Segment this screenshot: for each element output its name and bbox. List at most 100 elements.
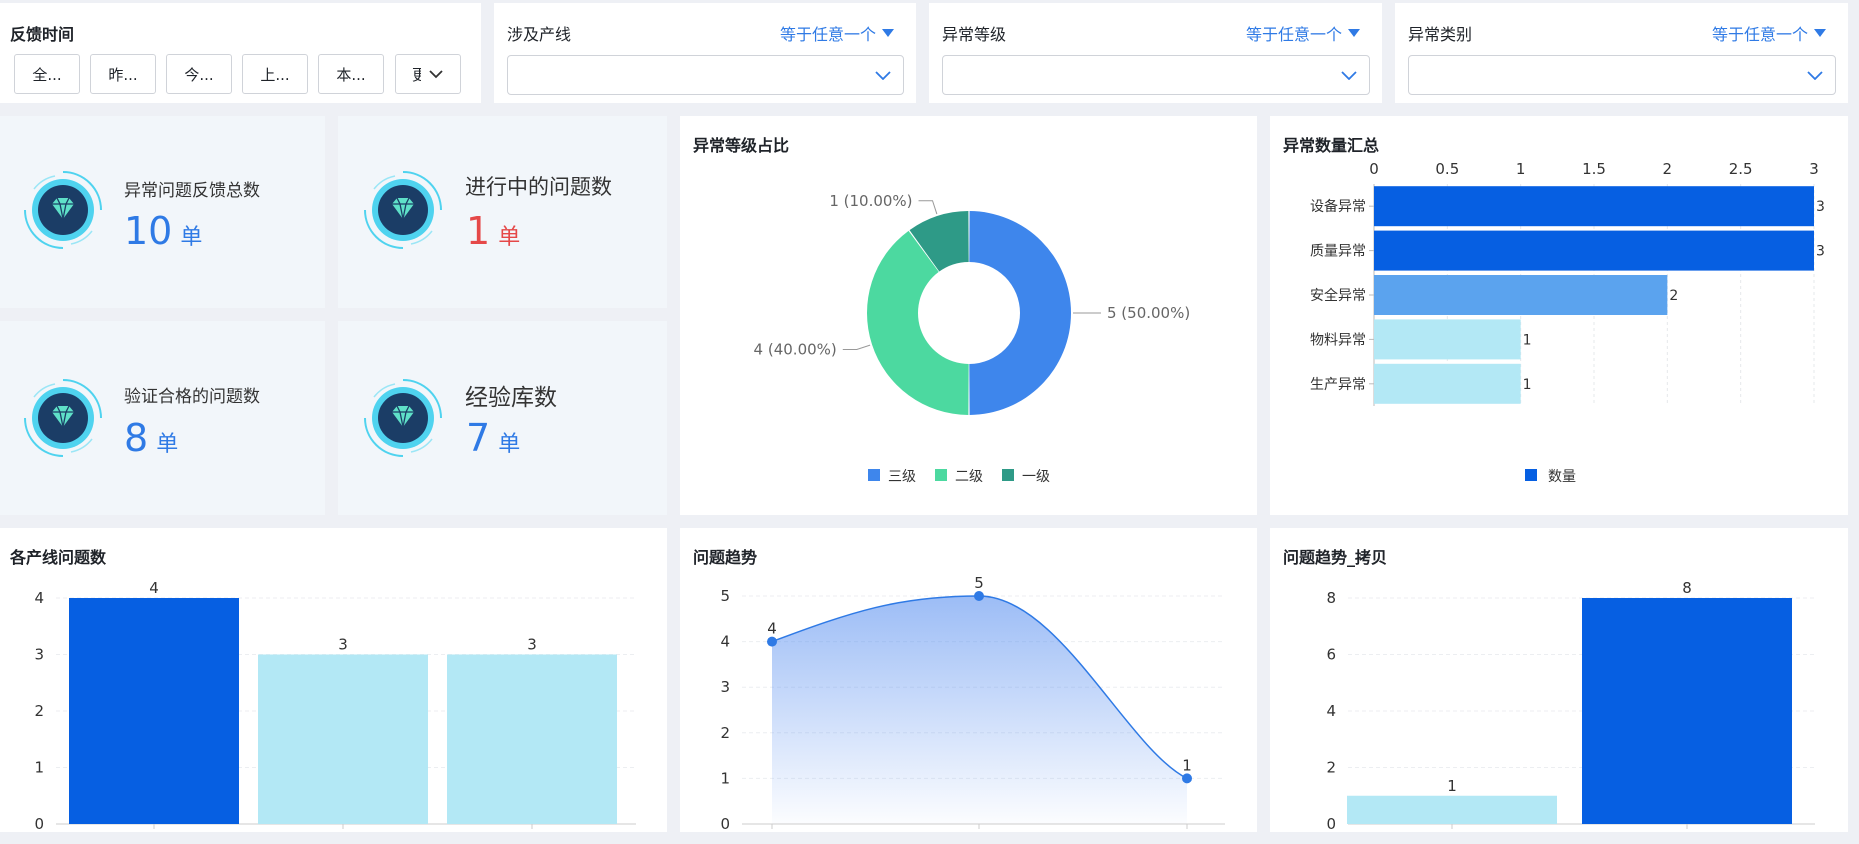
stat-card-in-progress: 进行中的问题数 1单 [338, 116, 667, 308]
quick-btn-last[interactable]: 上... [242, 54, 308, 94]
tick-label: 1.5 [1582, 160, 1606, 178]
tick-label: 6 [1326, 646, 1336, 664]
stat-unit: 单 [180, 225, 203, 250]
legend-label: 数量 [1548, 469, 1576, 485]
bar [1374, 275, 1668, 315]
slice-data-label: 1 (10.00%) [829, 192, 912, 210]
quick-btn-today[interactable]: 今... [166, 54, 232, 94]
stat-value: 10 单 [124, 212, 202, 251]
tick-label: 1 [1516, 160, 1526, 178]
line-bar-chart-panel: 各产线问题数 01234433 [0, 528, 667, 832]
bar-data-label: 3 [338, 636, 348, 654]
tick-label: 5 [720, 587, 730, 605]
bar [1374, 363, 1521, 404]
tick-label: 8 [1326, 589, 1336, 607]
stat-value: 8单 [124, 419, 178, 458]
bar-data-label: 1 [1523, 332, 1532, 348]
stat-value: 7单 [466, 419, 520, 458]
bar [1374, 186, 1814, 227]
tick-label: 4 [1326, 702, 1336, 720]
caret-down-icon [1814, 29, 1826, 37]
filter-level-panel: 异常等级 等于任意一个 [929, 3, 1382, 103]
point-data-label: 1 [1182, 756, 1192, 774]
tick-label: 3 [34, 646, 44, 664]
filter-category-select[interactable] [1408, 55, 1836, 95]
data-point [767, 636, 777, 647]
category-label: 生产异常 [1310, 377, 1366, 393]
tick-label: 3 [720, 678, 730, 696]
chevron-down-icon [1807, 71, 1823, 80]
bar [1582, 598, 1792, 824]
diamond-icon [22, 377, 104, 459]
more-dropdown-button[interactable]: 更 [395, 54, 461, 94]
quick-btn-yesterday[interactable]: 昨... [90, 54, 156, 94]
bar [69, 598, 239, 824]
operator-label: 等于任意一个 [779, 25, 876, 44]
chevron-down-icon [429, 70, 443, 79]
tick-label: 0.5 [1435, 160, 1459, 178]
point-data-label: 4 [767, 620, 777, 638]
chevron-down-icon [1341, 71, 1357, 80]
legend-label: 一级 [1022, 469, 1050, 485]
filter-line-panel: 涉及产线 等于任意一个 [494, 3, 916, 103]
point-data-label: 5 [974, 574, 984, 592]
bar [1347, 795, 1557, 824]
stat-label: 验证合格的问题数 [124, 387, 260, 407]
slice-label-line [842, 344, 871, 350]
area-fill [772, 596, 1187, 824]
diamond-icon [362, 169, 444, 251]
bar-data-label: 1 [1523, 377, 1532, 393]
filter-line-select[interactable] [507, 55, 904, 95]
stat-number: 1 [466, 209, 491, 253]
filter-category-operator[interactable]: 等于任意一个 [1712, 21, 1826, 45]
trend-chart-panel: 问题趋势 012345451 [680, 528, 1257, 832]
bar [1374, 230, 1814, 271]
horizontal-bar-chart: 0 0.5 1 1.5 2 2.5 3 设备异常 3 质量异常 3 安全异常 2 物料异常 1 生产异常 1 数量 [1310, 160, 1825, 485]
trend-copy-chart-panel: 问题趋势_拷贝 0246818 [1270, 528, 1848, 832]
donut-chart-panel: 异常等级占比 5 (50.00%) 4 (40.00%) 1 (10.00%) 三级二… [680, 116, 1257, 515]
bar-chart: 0 2 4 6 8 1 8 [1326, 579, 1815, 832]
hbar-chart-panel: 异常数量汇总 0 0.5 1 1.5 2 2.5 3 设备异常 3 质量异常 3 安全异常 2 物料异常 1… [1270, 116, 1848, 515]
bar-data-label: 3 [527, 636, 537, 654]
stat-value: 1单 [466, 212, 520, 251]
quick-btn-this[interactable]: 本... [318, 54, 384, 94]
bar-chart: 0 1 2 3 4 4 3 3 [34, 579, 636, 832]
legend-swatch [1525, 469, 1537, 481]
tick-label: 4 [720, 633, 730, 651]
bar [447, 654, 617, 824]
bar [258, 654, 428, 824]
tick-label: 0 [720, 815, 730, 832]
stat-label: 进行中的问题数 [465, 175, 612, 199]
diamond-icon [362, 377, 444, 459]
more-label: 更 [412, 64, 421, 85]
tick-label: 0 [1369, 160, 1379, 178]
tick-label: 2 [34, 702, 44, 720]
legend-swatch [1002, 469, 1014, 481]
slice-data-label: 4 (40.00%) [754, 340, 837, 358]
stat-card-total: 异常问题反馈总数 10 单 [0, 116, 325, 308]
caret-down-icon [882, 29, 894, 37]
stat-card-verified: 验证合格的问题数 8单 [0, 321, 325, 515]
stat-unit: 单 [498, 432, 521, 457]
stat-number: 8 [124, 416, 149, 460]
stat-card-experience: 经验库数 7单 [338, 321, 667, 515]
filter-level-operator[interactable]: 等于任意一个 [1246, 21, 1360, 45]
tick-label: 1 [720, 769, 730, 787]
filter-line-operator[interactable]: 等于任意一个 [780, 21, 894, 45]
diamond-icon [22, 169, 104, 251]
legend-swatch [868, 469, 880, 481]
bar [1374, 319, 1521, 360]
area-chart: 0 1 2 3 4 5 4 5 1 [720, 574, 1225, 832]
tick-label: 0 [1326, 815, 1336, 832]
category-label: 质量异常 [1310, 244, 1366, 260]
category-label: 安全异常 [1310, 287, 1366, 304]
bar-data-label: 8 [1682, 579, 1692, 597]
bar-data-label: 4 [149, 579, 159, 597]
legend-swatch [935, 469, 947, 481]
filter-category-panel: 异常类别 等于任意一个 [1395, 3, 1848, 103]
slice-label-line [918, 200, 938, 215]
bar-data-label: 2 [1669, 288, 1678, 304]
quick-btn-all[interactable]: 全... [14, 54, 80, 94]
filter-level-select[interactable] [942, 55, 1370, 95]
legend-label: 三级 [888, 469, 916, 485]
